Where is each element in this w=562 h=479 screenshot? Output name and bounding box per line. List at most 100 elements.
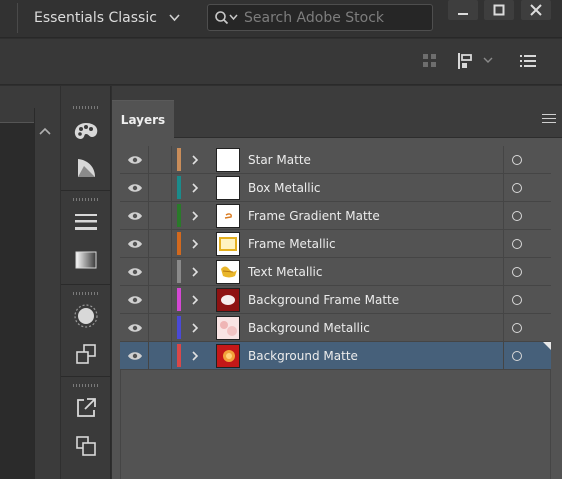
expand-arrow-icon[interactable] xyxy=(191,342,199,370)
layer-thumbnail xyxy=(216,148,240,172)
dock-grip[interactable] xyxy=(73,384,99,387)
divider xyxy=(17,3,18,33)
gradient-icon[interactable] xyxy=(72,246,100,274)
layer-name[interactable]: Background Matte xyxy=(248,342,358,370)
divider xyxy=(171,286,172,314)
layer-color-swatch xyxy=(177,260,181,283)
stock-search-input[interactable]: Search Adobe Stock xyxy=(207,4,433,31)
stroke-icon[interactable] xyxy=(72,208,100,236)
divider xyxy=(171,230,172,258)
layer-name[interactable]: Box Metallic xyxy=(248,174,321,202)
transparency-icon[interactable] xyxy=(72,302,100,330)
visibility-eye-icon[interactable] xyxy=(124,314,146,342)
expand-arrow-icon[interactable] xyxy=(191,314,199,342)
color-guide-icon[interactable] xyxy=(72,154,100,182)
dock-grip[interactable] xyxy=(73,198,99,201)
divider xyxy=(148,342,149,370)
align-dropdown[interactable] xyxy=(456,51,496,71)
layer-color-swatch xyxy=(177,232,181,255)
expand-arrow-icon[interactable] xyxy=(191,202,199,230)
layer-row[interactable]: Background Metallic xyxy=(120,314,551,342)
divider xyxy=(61,376,111,377)
target-circle-icon[interactable] xyxy=(512,239,522,249)
layer-name[interactable]: Background Metallic xyxy=(248,314,370,342)
expand-arrow-icon[interactable] xyxy=(191,174,199,202)
layer-name[interactable]: Frame Gradient Matte xyxy=(248,202,380,230)
layer-row[interactable]: Text Metallic xyxy=(120,258,551,286)
layer-thumbnail xyxy=(216,204,240,228)
layer-name[interactable]: Star Matte xyxy=(248,146,311,174)
visibility-eye-icon[interactable] xyxy=(124,146,146,174)
divider xyxy=(171,258,172,286)
divider xyxy=(503,258,504,286)
artboards-icon[interactable] xyxy=(72,432,100,460)
divider xyxy=(171,146,172,174)
dock-grip[interactable] xyxy=(73,106,99,109)
visibility-eye-icon[interactable] xyxy=(124,286,146,314)
panel-tab-bar: Layers xyxy=(112,100,562,138)
layer-row[interactable]: Background Frame Matte xyxy=(120,286,551,314)
hamburger-icon[interactable] xyxy=(542,114,556,124)
expand-arrow-icon[interactable] xyxy=(191,230,199,258)
layer-color-swatch xyxy=(177,344,181,367)
expand-arrow-icon[interactable] xyxy=(191,146,199,174)
divider xyxy=(171,174,172,202)
layer-thumbnail xyxy=(216,344,240,368)
target-circle-icon[interactable] xyxy=(512,155,522,165)
visibility-eye-icon[interactable] xyxy=(124,342,146,370)
tab-layers[interactable]: Layers xyxy=(112,100,174,138)
divider xyxy=(503,202,504,230)
layer-row[interactable]: Frame Metallic xyxy=(120,230,551,258)
layers-panel: Layers Star Matte Box Metallic Frame Gra… xyxy=(112,86,562,479)
expand-arrow-icon[interactable] xyxy=(191,286,199,314)
visibility-eye-icon[interactable] xyxy=(124,202,146,230)
divider xyxy=(503,174,504,202)
control-toolbar xyxy=(0,39,562,85)
visibility-eye-icon[interactable] xyxy=(124,174,146,202)
color-palette-icon[interactable] xyxy=(72,118,100,146)
divider xyxy=(148,202,149,230)
scroll-up-icon[interactable] xyxy=(39,124,51,138)
layer-color-swatch xyxy=(177,148,181,171)
layer-thumbnail xyxy=(216,260,240,284)
chevron-down-icon xyxy=(169,11,180,25)
layer-thumbnail xyxy=(216,316,240,340)
layer-row[interactable]: Box Metallic xyxy=(120,174,551,202)
arrange-grid-icon[interactable] xyxy=(422,51,438,71)
target-circle-icon[interactable] xyxy=(512,323,522,333)
layer-row[interactable]: Frame Gradient Matte xyxy=(120,202,551,230)
appearance-icon[interactable] xyxy=(72,340,100,368)
divider xyxy=(61,284,111,285)
target-circle-icon[interactable] xyxy=(512,295,522,305)
target-circle-icon[interactable] xyxy=(512,183,522,193)
workspace-switcher[interactable]: Essentials Classic xyxy=(34,6,180,30)
layer-color-swatch xyxy=(177,316,181,339)
divider xyxy=(503,230,504,258)
layer-name[interactable]: Background Frame Matte xyxy=(248,286,399,314)
layer-name[interactable]: Frame Metallic xyxy=(248,230,336,258)
export-icon[interactable] xyxy=(72,394,100,422)
dock-grip[interactable] xyxy=(73,292,99,295)
close-button[interactable] xyxy=(521,0,551,20)
maximize-icon xyxy=(493,4,505,16)
layer-thumbnail xyxy=(216,176,240,200)
layer-row[interactable]: Star Matte xyxy=(120,146,551,174)
layer-name[interactable]: Text Metallic xyxy=(248,258,322,286)
list-menu-icon[interactable] xyxy=(520,51,536,71)
visibility-eye-icon[interactable] xyxy=(124,258,146,286)
target-circle-icon[interactable] xyxy=(512,211,522,221)
target-circle-icon[interactable] xyxy=(512,267,522,277)
document-area xyxy=(0,86,60,479)
layers-list: Star Matte Box Metallic Frame Gradient M… xyxy=(120,146,551,370)
layer-row[interactable]: Background Matte xyxy=(120,342,551,370)
expand-arrow-icon[interactable] xyxy=(191,258,199,286)
divider xyxy=(148,230,149,258)
divider xyxy=(503,146,504,174)
target-circle-icon[interactable] xyxy=(512,351,522,361)
maximize-button[interactable] xyxy=(484,0,514,20)
vertical-scrollbar[interactable] xyxy=(34,108,56,479)
minimize-button[interactable] xyxy=(448,0,478,20)
app-bar: Essentials Classic Search Adobe Stock xyxy=(0,0,562,38)
divider xyxy=(148,258,149,286)
visibility-eye-icon[interactable] xyxy=(124,230,146,258)
